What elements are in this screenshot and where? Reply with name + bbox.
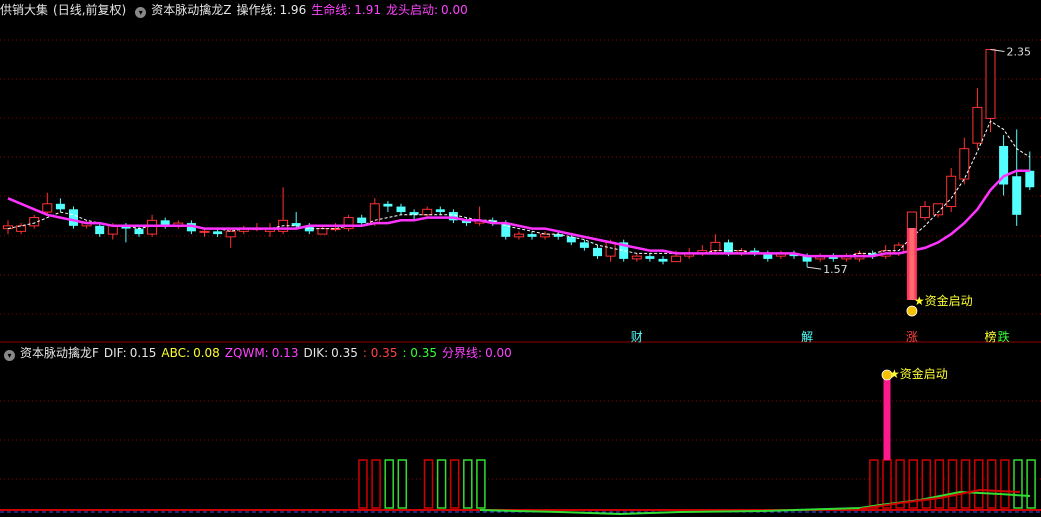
hist-bar-red	[371, 459, 381, 509]
candle-body	[147, 219, 158, 235]
candle-body	[107, 225, 118, 235]
signal-marker: 解	[801, 330, 813, 344]
candle-body	[920, 206, 930, 219]
hist-bar-green	[384, 459, 394, 509]
candle-body	[593, 247, 602, 257]
signal-marker: 涨	[906, 329, 918, 344]
hist-bar-red	[987, 459, 997, 509]
candle-body	[383, 203, 393, 207]
candles	[3, 49, 1035, 268]
candle-body	[369, 203, 380, 224]
candle-body	[134, 228, 144, 235]
hist-bar-green	[1013, 459, 1023, 509]
hist-bar-red	[869, 459, 879, 509]
hist-bar-red	[358, 459, 368, 509]
signal-label: ★资金启动	[914, 293, 973, 308]
hist-bar-red	[449, 459, 460, 509]
sub-signal-label: ★资金启动	[889, 366, 948, 381]
hist-bar-green	[397, 459, 408, 509]
candle-body	[579, 242, 589, 248]
candle-body	[605, 241, 616, 257]
candle-body	[213, 231, 223, 235]
signal-bar-inner	[909, 228, 915, 300]
signal-marker: 榜	[984, 329, 996, 344]
main-grid	[0, 39, 1041, 315]
candle-body	[95, 225, 105, 235]
annotations: 2.35 1.57	[807, 46, 1032, 276]
candle-body	[69, 209, 78, 226]
hist-bar-green	[1026, 459, 1036, 509]
hist-bar-red	[1000, 459, 1010, 509]
candle-body	[985, 49, 996, 119]
min-leader	[807, 266, 822, 270]
hist-bar-red	[973, 459, 984, 509]
candle-body	[566, 236, 576, 243]
hist-bar-red	[423, 459, 434, 509]
candle-body	[55, 203, 65, 210]
signal-marker: 财	[631, 330, 643, 344]
signal-markers: 财 解 涨 榜跌 ★资金启动	[631, 228, 1010, 344]
hist-bar-green	[476, 459, 486, 509]
sub-histogram: ★资金启动	[358, 366, 1036, 509]
hist-bar-red	[882, 459, 892, 509]
hist-bar-red	[895, 459, 905, 509]
hist-bar-green	[463, 459, 473, 509]
hist-bar-green	[436, 459, 447, 509]
candle-body	[1012, 176, 1022, 215]
candle-body	[435, 209, 445, 213]
candle-body	[396, 206, 406, 213]
candle-body	[724, 242, 733, 254]
candle-body	[959, 148, 970, 180]
sub-signal-bar	[883, 376, 891, 460]
candle-body	[645, 256, 655, 259]
signal-marker: 跌	[998, 329, 1010, 344]
min-price-label: 1.57	[823, 263, 848, 276]
candle-body	[42, 203, 53, 213]
candle-body	[631, 255, 642, 260]
candle-body	[513, 233, 524, 238]
hist-bar-red	[934, 459, 945, 509]
candle-body	[527, 234, 537, 237]
life-line	[7, 169, 1030, 258]
candle-body	[357, 217, 367, 224]
candle-body	[972, 106, 983, 144]
candle-body	[710, 241, 721, 252]
max-price-label: 2.35	[1007, 46, 1032, 59]
candle-body	[225, 230, 236, 238]
candle-body	[317, 228, 328, 235]
candle-body	[501, 223, 511, 237]
stock-chart[interactable]: 2.35 1.57 财 解 涨 榜跌 ★资金启动 ★资金启动	[0, 0, 1041, 517]
candle-body	[671, 255, 682, 263]
hist-bar-red	[960, 459, 971, 509]
candle-body	[422, 208, 433, 216]
hist-bar-red	[947, 459, 958, 509]
candle-body	[1025, 170, 1035, 188]
candle-body	[658, 258, 668, 262]
candle-body	[199, 230, 210, 233]
